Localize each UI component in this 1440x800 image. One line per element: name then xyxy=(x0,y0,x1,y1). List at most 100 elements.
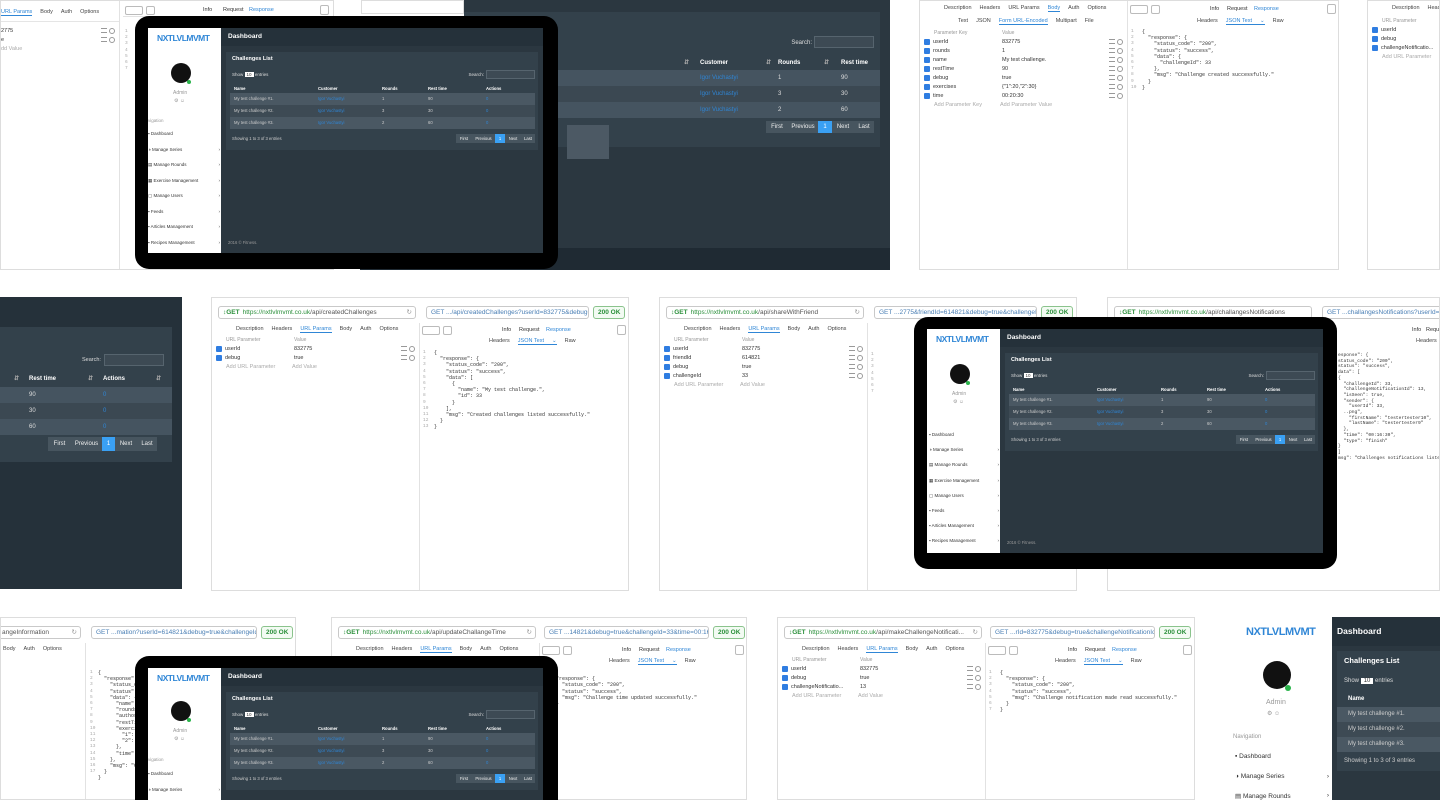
page-next[interactable]: Next xyxy=(505,774,521,783)
tab-description[interactable]: Description xyxy=(236,326,264,332)
nav-item-feeds[interactable]: ▪ Feeds › xyxy=(929,508,999,523)
param-row[interactable]: userId 832775 xyxy=(216,345,415,354)
page-last[interactable]: Last xyxy=(521,134,535,143)
table-row[interactable]: My test challenge #1. Igor Vuchastyi 1 90 0 xyxy=(230,93,535,105)
nav-item-dashboard[interactable]: ▪ Dashboard xyxy=(148,131,220,147)
param-row[interactable]: challengeNotificatio... 13 xyxy=(782,683,981,692)
param-checkbox[interactable] xyxy=(782,674,788,681)
menu-icon[interactable] xyxy=(1109,57,1115,63)
nav-item-rounds[interactable]: ▤ Manage Rounds › xyxy=(1235,792,1329,800)
tab-options[interactable]: Options xyxy=(43,646,62,652)
param-checkbox[interactable] xyxy=(924,83,930,90)
param-checkbox[interactable] xyxy=(924,47,930,54)
nav-item-dashboard[interactable]: ▪ Dashboard xyxy=(1235,753,1329,773)
body-tab-text[interactable]: Text xyxy=(958,18,968,24)
menu-icon[interactable] xyxy=(1109,48,1115,54)
search-input[interactable] xyxy=(486,70,535,79)
tab-url-params[interactable]: URL Params xyxy=(866,646,898,653)
menu-icon[interactable] xyxy=(1109,84,1115,90)
param-row-controls[interactable] xyxy=(967,665,981,674)
param-row-controls[interactable] xyxy=(1109,56,1123,65)
tab-response[interactable]: Response xyxy=(666,647,691,653)
logo[interactable]: NXTLVLMVMT xyxy=(157,673,210,683)
param-row[interactable]: debug true xyxy=(216,354,415,363)
remove-icon[interactable] xyxy=(857,372,863,379)
tab-body[interactable]: Body xyxy=(460,646,473,652)
tab-request[interactable]: Request xyxy=(519,327,540,333)
add-parameter-row[interactable]: Add URL Parameter Add Value xyxy=(216,363,415,372)
tab-auth[interactable]: Auth xyxy=(926,646,937,652)
tab-response[interactable]: Response xyxy=(546,327,571,333)
param-row[interactable]: debug xyxy=(1372,35,1439,44)
table-row[interactable]: My test challenge #3. Igor Vuchastyi 2 60 0 xyxy=(1009,418,1315,430)
tab-auth[interactable]: Auth xyxy=(61,9,72,15)
page-previous[interactable]: Previous xyxy=(472,134,495,143)
nav-arrows[interactable] xyxy=(125,6,143,15)
tab-options[interactable]: Options xyxy=(1087,5,1106,11)
col-rest-time[interactable]: Rest time xyxy=(841,56,868,70)
length-select[interactable]: 10 xyxy=(1023,373,1033,378)
tab-description[interactable]: Description xyxy=(1392,5,1420,11)
body-tab-multipart[interactable]: Multipart xyxy=(1056,18,1077,24)
param-value[interactable]: 832775 xyxy=(294,345,312,354)
settings-icons[interactable]: ⚙ ☺ xyxy=(174,736,185,742)
request-url-bar[interactable]: ↕GET https://nxtlvlmvmt.co.uk/api/shareWi… xyxy=(666,306,864,319)
tab-info[interactable]: Info xyxy=(1068,647,1077,653)
tab-headers[interactable]: Headers xyxy=(838,646,859,652)
nav-item-exercise[interactable]: ▦ Exercise Management › xyxy=(929,478,999,493)
param-value[interactable]: 832775 xyxy=(1002,38,1020,47)
remove-icon[interactable] xyxy=(975,674,981,681)
param-checkbox[interactable] xyxy=(924,56,930,63)
param-row[interactable]: challengeId 33 xyxy=(664,372,863,381)
col-customer[interactable]: Customer xyxy=(700,56,728,70)
table-row[interactable]: My test challenge #3. xyxy=(1337,737,1440,752)
tab-body[interactable]: Body xyxy=(340,326,353,332)
search-input[interactable] xyxy=(814,36,874,48)
nav-item-dashboard[interactable]: ▪ Dashboard xyxy=(929,432,999,447)
param-key[interactable]: debug xyxy=(791,675,806,681)
response-url-bar[interactable]: GET ...mation?userId=614821&debug=true&c… xyxy=(91,626,257,639)
tab-raw[interactable]: Raw xyxy=(685,658,696,664)
body-tab-form[interactable]: Form URL-Encoded xyxy=(998,18,1048,25)
page-last[interactable]: Last xyxy=(137,437,157,451)
param-row-controls[interactable] xyxy=(1109,38,1123,47)
param-key[interactable]: userId xyxy=(225,346,240,352)
param-value[interactable]: true xyxy=(294,354,303,363)
param-row[interactable]: name My test challenge. xyxy=(924,56,1123,65)
menu-icon[interactable] xyxy=(1109,75,1115,81)
remove-icon[interactable] xyxy=(975,665,981,672)
history-icon[interactable] xyxy=(1151,5,1160,14)
col-rest-time[interactable]: Rest time xyxy=(29,371,56,387)
page-1[interactable]: 1 xyxy=(1275,435,1285,444)
body-tab-file[interactable]: File xyxy=(1085,18,1094,24)
response-url-bar[interactable]: GET .../api/createdChallenges?userId=832… xyxy=(426,306,589,319)
param-key[interactable]: restTime xyxy=(933,66,954,72)
tab-auth[interactable]: Auth xyxy=(808,326,819,332)
nav-item-rounds[interactable]: ▤ Manage Rounds › xyxy=(929,462,999,477)
tab-options[interactable]: Options xyxy=(945,646,964,652)
tab-url-params[interactable]: URL Params xyxy=(1008,5,1039,11)
param-checkbox[interactable] xyxy=(216,354,222,361)
menu-icon[interactable] xyxy=(1109,39,1115,45)
request-url-bar[interactable]: angeInformation ↻ xyxy=(1,626,81,639)
nav-item-recipes[interactable]: ▪ Recipes Management › xyxy=(148,240,220,254)
tab-raw[interactable]: Raw xyxy=(1131,658,1142,664)
param-value[interactable]: My test challenge. xyxy=(1002,56,1046,65)
tab-raw[interactable]: Raw xyxy=(565,338,576,344)
nav-item-series[interactable]: ◑ Manage Series › xyxy=(148,147,220,163)
page-next[interactable]: Next xyxy=(505,134,521,143)
param-row-controls[interactable] xyxy=(849,363,863,372)
menu-icon[interactable] xyxy=(401,346,407,352)
tab-info[interactable]: Info xyxy=(1412,327,1421,333)
param-row[interactable]: userId 832775 xyxy=(664,345,863,354)
param-checkbox[interactable] xyxy=(782,665,788,672)
param-key[interactable]: userId xyxy=(933,39,948,45)
tab-headers[interactable]: Headers xyxy=(980,5,1001,11)
settings-icons[interactable]: ⚙ ☺ xyxy=(953,399,964,405)
remove-icon[interactable] xyxy=(1117,38,1123,45)
menu-icon[interactable] xyxy=(967,684,973,690)
param-row-controls[interactable] xyxy=(401,345,415,354)
tab-response[interactable]: Response xyxy=(1254,6,1279,12)
nav-item-series[interactable]: ◑ Manage Series › xyxy=(148,787,220,800)
param-row-controls[interactable] xyxy=(1109,83,1123,92)
